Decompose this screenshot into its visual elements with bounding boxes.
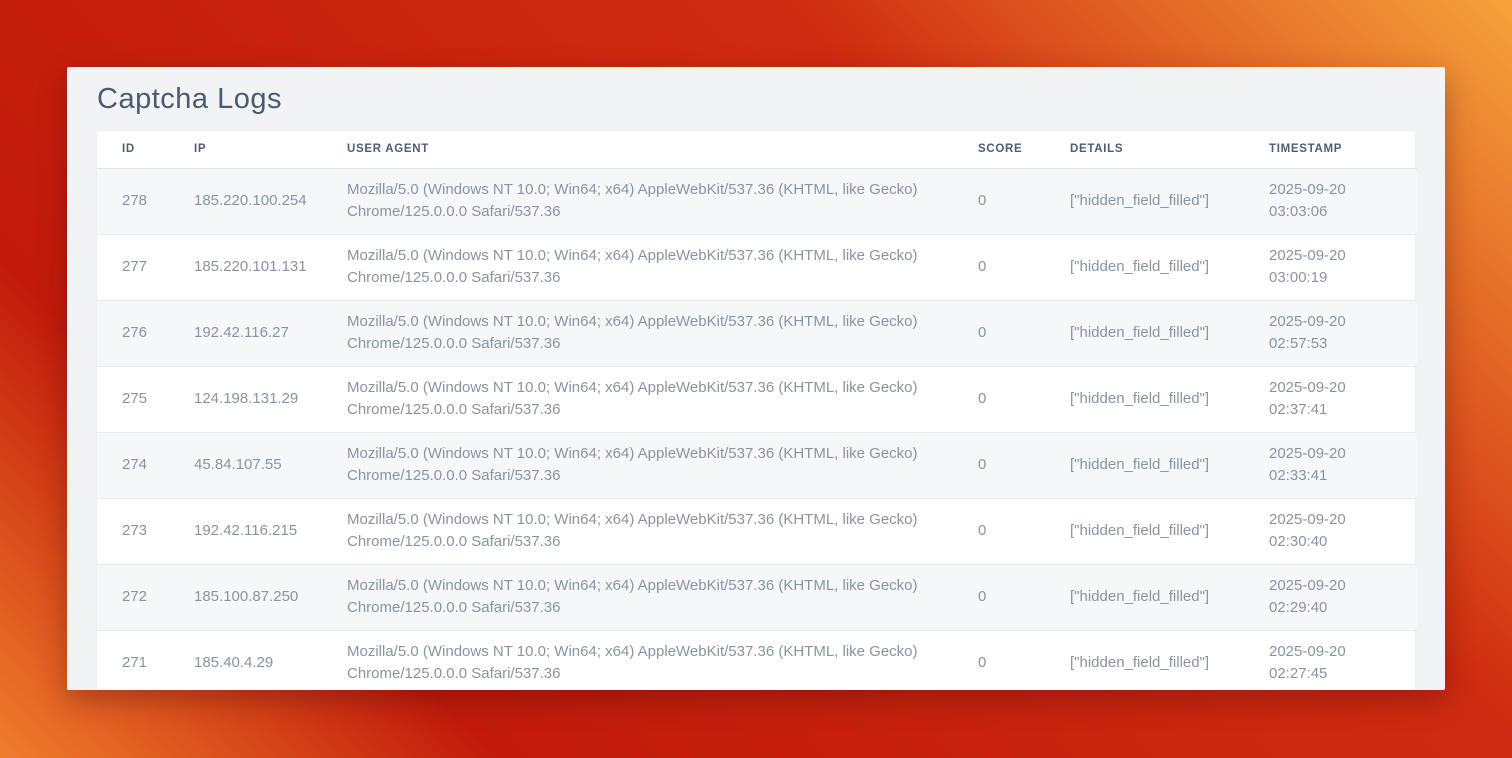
column-header-user_agent: USER AGENT [347, 131, 978, 168]
cell-ip: 192.42.116.215 [194, 498, 347, 564]
cell-user_agent: Mozilla/5.0 (Windows NT 10.0; Win64; x64… [347, 168, 978, 234]
cell-score: 0 [978, 168, 1070, 234]
cell-id: 276 [97, 300, 194, 366]
table-row: 271185.40.4.29Mozilla/5.0 (Windows NT 10… [97, 630, 1417, 690]
captcha-log-table: IDIPUSER AGENTSCOREDETAILSTIMESTAMP 2781… [97, 131, 1417, 690]
cell-timestamp: 2025-09-20 02:29:40 [1269, 564, 1417, 630]
table-row: 272185.100.87.250Mozilla/5.0 (Windows NT… [97, 564, 1417, 630]
cell-ip: 192.42.116.27 [194, 300, 347, 366]
cell-details: ["hidden_field_filled"] [1070, 300, 1269, 366]
cell-user_agent: Mozilla/5.0 (Windows NT 10.0; Win64; x64… [347, 234, 978, 300]
cell-score: 0 [978, 300, 1070, 366]
table-row: 278185.220.100.254Mozilla/5.0 (Windows N… [97, 168, 1417, 234]
table-row: 275124.198.131.29Mozilla/5.0 (Windows NT… [97, 366, 1417, 432]
table-row: 27445.84.107.55Mozilla/5.0 (Windows NT 1… [97, 432, 1417, 498]
cell-timestamp: 2025-09-20 03:00:19 [1269, 234, 1417, 300]
cell-id: 277 [97, 234, 194, 300]
column-header-details: DETAILS [1070, 131, 1269, 168]
table-header-row: IDIPUSER AGENTSCOREDETAILSTIMESTAMP [97, 131, 1417, 168]
cell-id: 275 [97, 366, 194, 432]
cell-ip: 185.40.4.29 [194, 630, 347, 690]
cell-ip: 185.100.87.250 [194, 564, 347, 630]
cell-timestamp: 2025-09-20 03:03:06 [1269, 168, 1417, 234]
cell-id: 278 [97, 168, 194, 234]
cell-ip: 124.198.131.29 [194, 366, 347, 432]
cell-timestamp: 2025-09-20 02:57:53 [1269, 300, 1417, 366]
cell-id: 272 [97, 564, 194, 630]
cell-score: 0 [978, 366, 1070, 432]
cell-score: 0 [978, 432, 1070, 498]
cell-user_agent: Mozilla/5.0 (Windows NT 10.0; Win64; x64… [347, 498, 978, 564]
cell-user_agent: Mozilla/5.0 (Windows NT 10.0; Win64; x64… [347, 366, 978, 432]
cell-user_agent: Mozilla/5.0 (Windows NT 10.0; Win64; x64… [347, 300, 978, 366]
column-header-ip: IP [194, 131, 347, 168]
cell-timestamp: 2025-09-20 02:30:40 [1269, 498, 1417, 564]
cell-details: ["hidden_field_filled"] [1070, 564, 1269, 630]
cell-id: 274 [97, 432, 194, 498]
cell-details: ["hidden_field_filled"] [1070, 630, 1269, 690]
table-row: 273192.42.116.215Mozilla/5.0 (Windows NT… [97, 498, 1417, 564]
cell-user_agent: Mozilla/5.0 (Windows NT 10.0; Win64; x64… [347, 564, 978, 630]
cell-score: 0 [978, 234, 1070, 300]
column-header-timestamp: TIMESTAMP [1269, 131, 1417, 168]
cell-id: 273 [97, 498, 194, 564]
log-table-container: IDIPUSER AGENTSCOREDETAILSTIMESTAMP 2781… [97, 131, 1415, 690]
cell-score: 0 [978, 498, 1070, 564]
cell-details: ["hidden_field_filled"] [1070, 498, 1269, 564]
cell-timestamp: 2025-09-20 02:33:41 [1269, 432, 1417, 498]
cell-details: ["hidden_field_filled"] [1070, 366, 1269, 432]
column-header-id: ID [97, 131, 194, 168]
cell-ip: 45.84.107.55 [194, 432, 347, 498]
cell-ip: 185.220.101.131 [194, 234, 347, 300]
cell-user_agent: Mozilla/5.0 (Windows NT 10.0; Win64; x64… [347, 630, 978, 690]
cell-details: ["hidden_field_filled"] [1070, 168, 1269, 234]
column-header-score: SCORE [978, 131, 1070, 168]
cell-user_agent: Mozilla/5.0 (Windows NT 10.0; Win64; x64… [347, 432, 978, 498]
log-table-body: 278185.220.100.254Mozilla/5.0 (Windows N… [97, 168, 1417, 690]
cell-timestamp: 2025-09-20 02:37:41 [1269, 366, 1417, 432]
table-row: 277185.220.101.131Mozilla/5.0 (Windows N… [97, 234, 1417, 300]
cell-details: ["hidden_field_filled"] [1070, 234, 1269, 300]
cell-score: 0 [978, 630, 1070, 690]
cell-details: ["hidden_field_filled"] [1070, 432, 1269, 498]
page-title: Captcha Logs [97, 84, 1415, 114]
cell-ip: 185.220.100.254 [194, 168, 347, 234]
captcha-logs-card: Captcha Logs IDIPUSER AGENTSCOREDETAILST… [67, 67, 1445, 690]
table-row: 276192.42.116.27Mozilla/5.0 (Windows NT … [97, 300, 1417, 366]
cell-id: 271 [97, 630, 194, 690]
cell-timestamp: 2025-09-20 02:27:45 [1269, 630, 1417, 690]
cell-score: 0 [978, 564, 1070, 630]
